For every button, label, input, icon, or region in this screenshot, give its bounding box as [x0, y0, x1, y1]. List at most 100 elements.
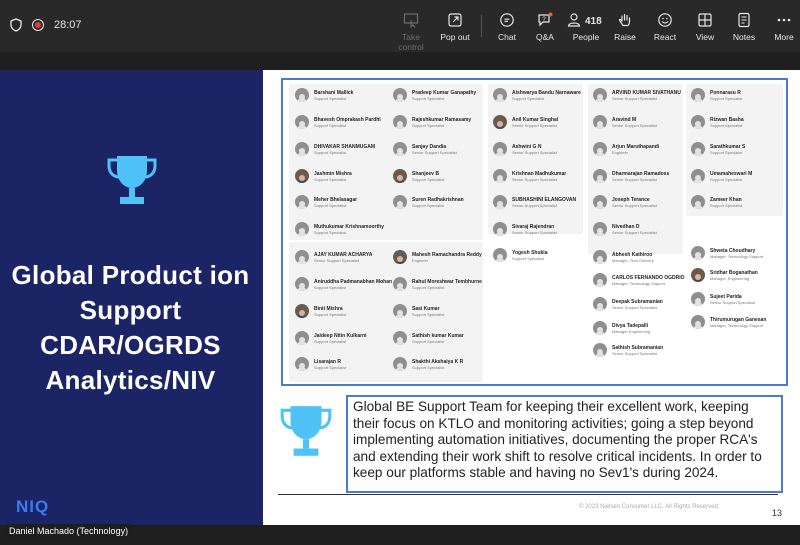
- person-role: Support Specialist: [314, 364, 347, 370]
- roster-person: Barshani Mallick Support Specialist: [295, 88, 353, 102]
- pop-out-button[interactable]: Pop out: [433, 12, 477, 42]
- person-name: DHIVAKAR SHANMUGAM: [314, 143, 376, 150]
- meeting-toolbar: 28:07 Take control Pop out Chat ? Q&A Pe…: [0, 0, 800, 52]
- pop-out-icon: [448, 13, 462, 27]
- person-name: CARLOS FERNANDO OGDRIO: [612, 274, 685, 281]
- person-name: Krishnan Madhukumar: [512, 170, 567, 177]
- avatar: [593, 297, 607, 311]
- notes-button[interactable]: Notes: [722, 12, 766, 42]
- person-text: Rahul Moreshwar Tembhurne Support Special…: [412, 279, 482, 290]
- person-role: Support Specialist: [512, 95, 545, 101]
- person-text: Sridhar Boganathan Manager, Engineering: [710, 270, 758, 281]
- person-text: Rajeshkumar Ramasamy Support Specialist: [412, 117, 471, 128]
- roster-person: SUBHASHINI ELANGOVAN Senior Support Speci…: [493, 195, 576, 209]
- raise-label: Raise: [614, 32, 636, 42]
- hand-icon: [618, 13, 631, 27]
- person-role: Senior Support Specialist: [512, 229, 557, 235]
- person-text: Suren Radhakrishnan Support Specialist: [412, 197, 464, 208]
- chat-label: Chat: [498, 32, 516, 42]
- toolbar-divider: [481, 15, 482, 37]
- avatar: [593, 195, 607, 209]
- person-text: SUBHASHINI ELANGOVAN Senior Support Speci…: [512, 197, 576, 208]
- person-text: Meher Bhelasagar Support Specialist: [314, 197, 357, 208]
- roster-person: Sanjay Dandia Senior Support Specialist: [393, 142, 457, 156]
- person-name: Thirumurugan Ganesan: [710, 316, 767, 323]
- person-name: Deepak Subramanian: [612, 298, 663, 305]
- person-name: Ponnarasu R: [710, 89, 741, 96]
- person-role: Manager, Technology Support: [710, 253, 764, 259]
- roster-person: Rahul Moreshwar Tembhurne Support Special…: [393, 277, 482, 291]
- avatar: [295, 222, 309, 236]
- avatar: [691, 246, 705, 260]
- person-text: Dharmarajan Ramadoss Senior Support Speci…: [612, 171, 669, 182]
- person-name: Abhesh Kathiroo: [612, 251, 653, 258]
- roster-person: Muthukumar Krishnamoorthy Support Special…: [295, 222, 384, 236]
- person-text: Lisarajan R Support Specialist: [314, 359, 346, 370]
- person-name: Sathish Subramanian: [612, 344, 664, 351]
- person-text: Aravind M Senior Support Specialist: [612, 117, 657, 128]
- niq-logo: NIQ: [16, 497, 50, 516]
- avatar: [493, 142, 507, 156]
- avatar: [593, 343, 607, 357]
- person-role: Senior Support Specialist: [512, 176, 557, 182]
- avatar: [493, 248, 507, 262]
- roster-person: Rizwan Basha Support Specialist: [691, 115, 744, 129]
- take-control-button[interactable]: Take control: [389, 12, 433, 52]
- person-role: Senior Support Specialist: [612, 122, 657, 128]
- notes-label: Notes: [732, 32, 756, 42]
- roster-person: Sujeet Parida Senior Support Specialist: [691, 292, 755, 306]
- person-text: DHIVAKAR SHANMUGAM Support Specialist: [314, 144, 375, 155]
- roster-person: Deepak Subramanian Senior Support Special…: [593, 297, 663, 311]
- person-text: Arjun Maruthapandi Engineer: [612, 144, 659, 155]
- avatar: [493, 169, 507, 183]
- person-name: AJAY KUMAR ACHARYA: [314, 251, 373, 258]
- person-name: Yogesh Shukla: [512, 249, 548, 256]
- roster-person: Krishnan Madhukumar Senior Support Specia…: [493, 169, 566, 183]
- shared-slide: Global Product ion Support CDAR/OGRDS An…: [0, 70, 800, 525]
- avatar: [295, 250, 309, 264]
- person-text: Sasi Kumar Support Specialist: [412, 306, 444, 317]
- avatar: [393, 331, 407, 345]
- react-button[interactable]: React: [643, 12, 687, 42]
- person-role: Manager, Tech Delivery: [612, 257, 654, 263]
- person-role: Support Specialist: [314, 202, 347, 208]
- person-text: Umamaheswari M Support Specialist: [710, 171, 752, 182]
- person-role: Manager, Engineering: [710, 275, 750, 281]
- roster-person: Sasi Kumar Support Specialist: [393, 304, 444, 318]
- roster-person: Anil Kumar Singhal Senior Support Special…: [493, 115, 558, 129]
- person-text: Zameer Khan Support Specialist: [710, 197, 742, 208]
- roster-person: Shanjeev B Support Specialist: [393, 169, 444, 183]
- avatar: [295, 142, 309, 156]
- roster-person: Sridhar Boganathan Manager, Engineering: [691, 268, 758, 282]
- avatar: [295, 304, 309, 318]
- avatar: [393, 88, 407, 102]
- avatar: [691, 195, 705, 209]
- person-text: Jashmin Mishra Support Specialist: [314, 171, 352, 182]
- avatar: [393, 357, 407, 371]
- person-name: Shakthi Akshaiya K R: [412, 358, 464, 365]
- avatar: [593, 115, 607, 129]
- shield-icon: [10, 18, 22, 32]
- person-name: Pradeep Kumar Ganapathy: [412, 89, 477, 96]
- view-button[interactable]: View: [683, 12, 727, 42]
- avatar: [393, 169, 407, 183]
- person-name: Arjun Maruthapandi: [612, 143, 660, 150]
- chat-icon: [500, 13, 514, 27]
- raise-hand-button[interactable]: Raise: [603, 12, 647, 42]
- person-role: Support Specialist: [314, 338, 347, 344]
- person-text: Divya Tadepalli Manager Engineering: [612, 323, 650, 334]
- person-text: Shanjeev B Support Specialist: [412, 171, 444, 182]
- more-button[interactable]: More: [762, 12, 800, 42]
- qa-button[interactable]: ? Q&A: [523, 12, 567, 42]
- person-role: Support Specialist: [412, 122, 445, 128]
- person-text: Barshani Mallick Support Specialist: [314, 90, 353, 101]
- person-text: Krishnan Madhukumar Senior Support Specia…: [512, 171, 566, 182]
- person-name: Rajeshkumar Ramasamy: [412, 116, 472, 123]
- person-text: Aniruddha Padmanabhan Mohan Support Speci…: [314, 279, 392, 290]
- roster-person: Jaideep Nitin Kulkarni Support Specialist: [295, 331, 367, 345]
- person-role: Support Specialist: [412, 284, 445, 290]
- avatar: [691, 115, 705, 129]
- person-role: Senior Support Specialist: [314, 257, 359, 263]
- person-name: Shweta Choudhary: [710, 247, 756, 254]
- person-text: Shakthi Akshaiya K R Support Specialist: [412, 359, 463, 370]
